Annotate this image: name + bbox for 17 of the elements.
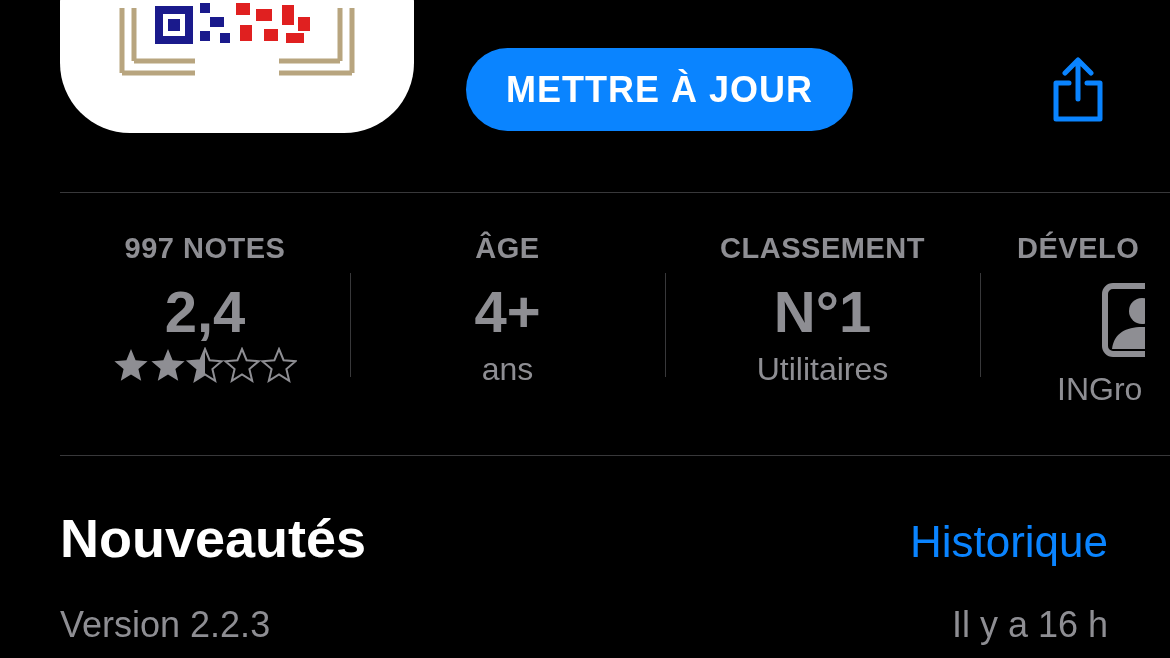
update-button[interactable]: METTRE À JOUR <box>466 48 853 131</box>
info-label: 997 NOTES <box>124 231 286 265</box>
info-value: N°1 <box>773 278 872 346</box>
version-text: Version 2.2.3 <box>60 604 271 646</box>
update-time: Il y a 16 h <box>951 604 1108 646</box>
info-label: CLASSEMENT <box>720 231 925 265</box>
history-link[interactable]: Historique <box>909 514 1108 570</box>
person-icon <box>1102 283 1145 357</box>
app-icon <box>60 0 414 133</box>
info-caption: ans <box>481 350 534 389</box>
section-title: Nouveautés <box>60 507 367 570</box>
info-caption: INGro <box>1057 370 1143 409</box>
info-label: DÉVELO <box>1017 231 1140 265</box>
info-value: 4+ <box>474 278 541 346</box>
info-label: ÂGE <box>475 231 540 265</box>
info-caption: Utilitaires <box>756 350 889 389</box>
rating-value: 2,4 <box>164 278 246 346</box>
